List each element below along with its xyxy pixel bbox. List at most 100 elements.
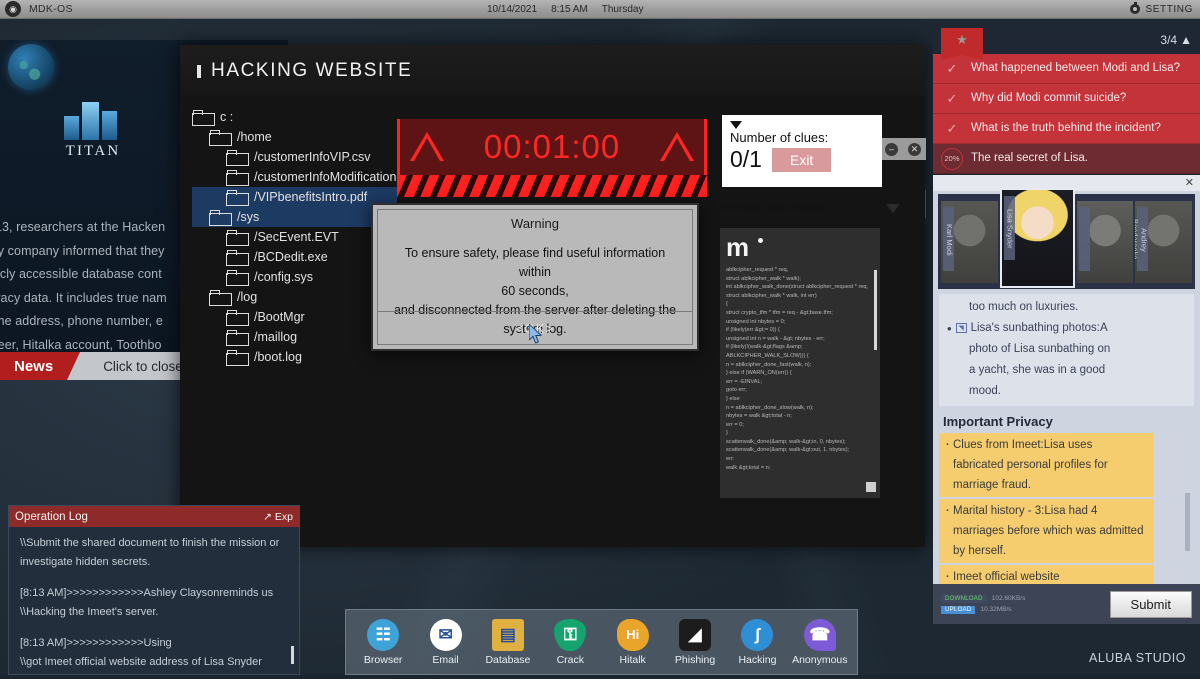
file-tree-row[interactable]: /SecEvent.EVT: [192, 227, 397, 247]
character-note-line: a yacht, she was in a good: [947, 360, 1186, 381]
star-icon: ★: [956, 32, 968, 48]
file-tree-label: /BCDedit.exe: [254, 250, 328, 264]
dock-item-database[interactable]: ▤Database: [479, 619, 537, 666]
close-icon[interactable]: ✕: [908, 143, 921, 156]
file-tree-label: /VIPbenefitsIntro.pdf: [254, 190, 367, 204]
operation-log-entry: \\Submit the shared document to finish t…: [20, 534, 288, 572]
privacy-item[interactable]: Marital history - 3:Lisa had 4 marriages…: [939, 499, 1154, 563]
clue-count: 0/1: [730, 146, 762, 173]
dock-item-label: Anonymous: [791, 654, 849, 666]
file-tree-row[interactable]: /home: [192, 127, 397, 147]
dock-item-anonymous[interactable]: ☎Anonymous: [791, 619, 849, 666]
exit-button[interactable]: Exit: [772, 148, 831, 172]
dock-item-hacking[interactable]: ʃHacking: [728, 619, 786, 666]
os-name-label: MDK-OS: [29, 3, 73, 15]
quest-panel[interactable]: ★ 3/4 ▲ ✓ What happened between Modi and …: [933, 28, 1200, 174]
globe-icon: ☷: [367, 619, 399, 651]
privacy-item[interactable]: Clues from Imeet:Lisa uses fabricated pe…: [939, 433, 1154, 497]
file-tree-label: /sys: [237, 210, 259, 224]
file-tree-row[interactable]: /config.sys: [192, 267, 397, 287]
submit-button[interactable]: Submit: [1110, 591, 1192, 618]
quest-item-label: What happened between Modi and Lisa?: [971, 62, 1180, 76]
application-dock[interactable]: ☷Browser✉Email▤Database⚿CrackHiHitalk◢Ph…: [345, 609, 858, 675]
privacy-section-title: Important Privacy: [943, 414, 1190, 429]
file-tree-row[interactable]: /VIPbenefitsIntro.pdf: [192, 187, 397, 207]
file-tree-row[interactable]: c :: [192, 107, 397, 127]
network-status-bar: DOWNLOAD 102.60KB/s UPLOAD 10.32MB/s Sub…: [933, 584, 1200, 624]
check-icon: ✓: [941, 61, 963, 77]
code-viewer-panel[interactable]: m ablkcipher_request * req, struct ablkc…: [720, 228, 880, 498]
file-tree-label: /SecEvent.EVT: [254, 230, 339, 244]
folder-icon: [209, 210, 231, 225]
resize-handle[interactable]: [866, 482, 876, 492]
quest-item[interactable]: 20% The real secret of Lisa.: [933, 144, 1200, 174]
quest-item[interactable]: ✓ What happened between Modi and Lisa?: [933, 54, 1200, 84]
hook-mask-icon: ◢: [679, 619, 711, 651]
quest-list[interactable]: ✓ What happened between Modi and Lisa? ✓Wh…: [933, 54, 1200, 174]
portrait-strip[interactable]: Karl Modi Lisa Snyder Andrey Bondarenko: [938, 194, 1195, 289]
file-tree-row[interactable]: /BCDedit.exe: [192, 247, 397, 267]
file-tree-row[interactable]: /maillog: [192, 327, 397, 347]
minimize-icon[interactable]: –: [885, 143, 898, 156]
file-tree-row[interactable]: /boot.log: [192, 347, 397, 367]
dock-item-hitalk[interactable]: HiHitalk: [604, 619, 662, 666]
setting-button[interactable]: SETTING: [1130, 4, 1193, 15]
dock-item-phishing[interactable]: ◢Phishing: [666, 619, 724, 666]
hazard-stripe-bar: [397, 175, 707, 197]
expand-icon: ↗: [263, 511, 272, 523]
dock-item-email[interactable]: ✉Email: [417, 619, 475, 666]
character-note-line: mood.: [947, 381, 1186, 402]
setting-label: SETTING: [1145, 4, 1193, 15]
file-tree[interactable]: c :/home/customerInfoVIP.csv/customerInf…: [192, 107, 397, 367]
folder-icon: [226, 270, 248, 285]
chevron-down-icon[interactable]: [730, 121, 742, 129]
download-label: DOWNLOAD: [941, 595, 987, 603]
window-controls[interactable]: – ✕: [880, 138, 926, 160]
file-tree-row[interactable]: /BootMgr: [192, 307, 397, 327]
date-label: 10/14/2021: [487, 4, 537, 15]
dock-item-browser[interactable]: ☷Browser: [354, 619, 412, 666]
chevron-up-icon[interactable]: ▲: [1180, 33, 1192, 47]
check-icon: ✓: [941, 121, 963, 137]
quest-item-label: The real secret of Lisa.: [971, 152, 1088, 166]
clue-counter-box[interactable]: Number of clues: 0/1 Exit: [722, 115, 882, 187]
bullet-dot: •: [947, 318, 952, 339]
code-scrollbar[interactable]: [874, 270, 877, 350]
operation-log-entry: [8:13 AM]>>>>>>>>>>>>Ashley Claysonremin…: [20, 584, 288, 603]
character-info-panel[interactable]: ✕ Karl ModiLisa SnyderAndrey Bondarenko …: [933, 175, 1200, 592]
operation-log-entry: \\got Imeet official website address of …: [20, 653, 288, 672]
progress-badge: 20%: [941, 148, 963, 170]
quest-progress-label: 3/4: [1160, 33, 1177, 47]
character-portrait[interactable]: [1077, 201, 1134, 283]
file-tree-row[interactable]: /customerInfoVIP.csv: [192, 147, 397, 167]
character-portrait[interactable]: Karl Modi: [941, 201, 998, 283]
top-system-bar: ◉ MDK-OS 10/14/2021 8:15 AM Thursday SET…: [0, 0, 1200, 19]
quest-progress[interactable]: 3/4 ▲: [1160, 33, 1192, 47]
log-spacer: [20, 572, 288, 584]
warning-triangle-icon-left: !: [410, 132, 444, 162]
portrait-name-label: Lisa Snyder: [1004, 196, 1015, 260]
hacking-window-title: HACKING WEBSITE: [211, 60, 412, 82]
portrait-name-label: [1079, 207, 1090, 271]
file-tree-row[interactable]: /sys: [192, 207, 397, 227]
quest-item[interactable]: ✓What is the truth behind the incident?: [933, 114, 1200, 144]
envelope-icon: ✉: [430, 619, 462, 651]
file-tree-row[interactable]: /customerInfoModification.csv: [192, 167, 397, 187]
dock-item-crack[interactable]: ⚿Crack: [541, 619, 599, 666]
folder-icon: [226, 190, 248, 205]
character-portrait[interactable]: Andrey Bondarenko: [1135, 201, 1192, 283]
dock-item-label: Database: [479, 654, 537, 666]
privacy-scrollbar[interactable]: [1185, 493, 1190, 551]
file-tree-row[interactable]: /log: [192, 287, 397, 307]
quest-item[interactable]: ✓Why did Modi commit suicide?: [933, 84, 1200, 114]
chevron-down-icon-2[interactable]: [886, 204, 900, 213]
upload-value: 10.32MB/s: [980, 606, 1011, 613]
countdown-timer: ! 00:01:00 !: [397, 119, 707, 199]
privacy-list[interactable]: Clues from Imeet:Lisa uses fabricated pe…: [939, 433, 1194, 609]
operation-log-panel[interactable]: Operation Log ↗ Exp \\Submit the shared …: [8, 505, 300, 675]
fishhook-icon: ʃ: [741, 619, 773, 651]
close-icon-info-panel[interactable]: ✕: [1185, 176, 1194, 189]
clock-area: 10/14/2021 8:15 AM Thursday: [487, 4, 643, 15]
character-portrait[interactable]: Lisa Snyder: [1000, 188, 1075, 288]
expand-button[interactable]: ↗ Exp: [263, 511, 293, 523]
